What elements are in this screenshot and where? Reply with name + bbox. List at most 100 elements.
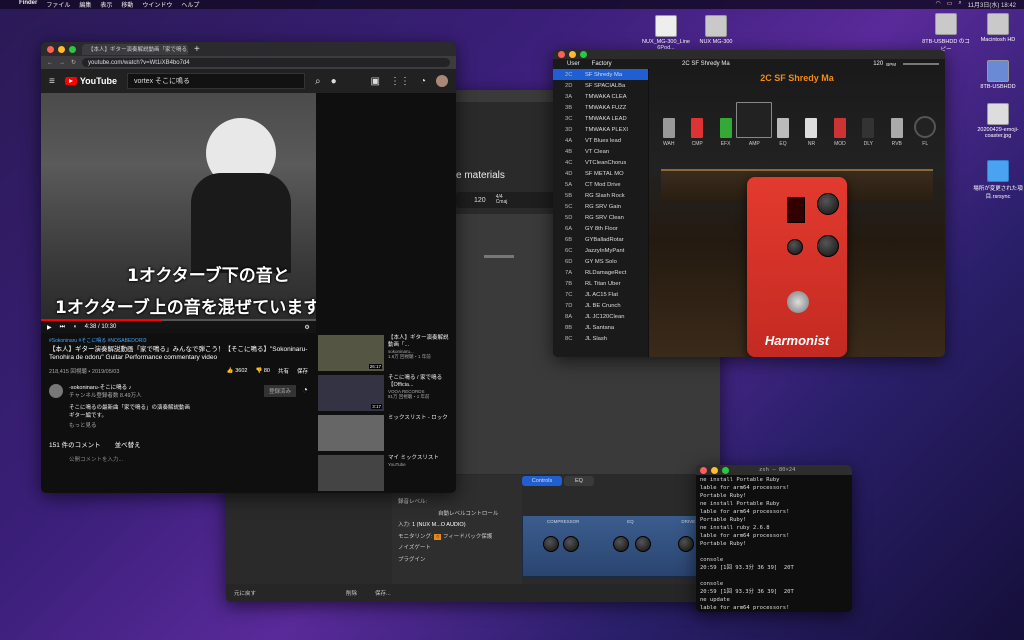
related-video[interactable]: マイ ミックスリスト YouTube [318, 455, 456, 491]
mic-icon[interactable]: ● [331, 76, 337, 87]
preset-item[interactable]: 6A GY 8th Floor [553, 223, 648, 234]
menu-edit[interactable]: 編集 [79, 0, 91, 9]
close-icon[interactable] [700, 466, 707, 474]
show-more-link[interactable]: もっと見る [69, 423, 308, 431]
preset-item[interactable]: 8A JL JC120Clean [553, 311, 648, 322]
wifi-icon[interactable]: ◠ [935, 0, 940, 9]
plugin-section[interactable]: プラグイン [398, 555, 516, 567]
preset-list[interactable]: 2C SF Shredy Ma 2D SF SPACIALBa 3A TMWAKA CLE… [553, 69, 648, 357]
search-icon[interactable]: ⌕ [958, 0, 961, 9]
like-button[interactable]: 👍 3602 [227, 368, 248, 374]
tab-eq[interactable]: EQ [564, 476, 594, 486]
mode-knob[interactable] [787, 239, 803, 255]
preset-item[interactable]: 8C JL Slash [553, 333, 648, 344]
harmony-knob[interactable] [817, 235, 839, 257]
new-tab-icon[interactable]: + [194, 44, 200, 55]
delete-button[interactable]: 削除 [346, 589, 357, 597]
next-icon[interactable]: ⏭ [60, 324, 65, 331]
battery-icon[interactable]: ▭ [947, 0, 953, 9]
share-button[interactable]: 共有 [278, 367, 289, 375]
tab-factory[interactable]: Factory [592, 61, 612, 67]
chain-slot-eq[interactable]: EQ [771, 118, 794, 147]
desktop-icon[interactable]: NUX_MG-300_Line 6Pod... [640, 15, 692, 51]
hashtags[interactable]: #Sokoninaru #そこに鳴る #NOSABEDORI3 [49, 337, 308, 344]
preset-item[interactable]: 5C RG SRV Gain [553, 201, 648, 212]
chain-slot-rvb[interactable]: RVB [885, 118, 908, 147]
terminal-window[interactable]: zsh — 80×24 ne install Portable Ruby lab… [696, 465, 852, 612]
harmonist-pedal[interactable]: Harmonist [747, 177, 847, 357]
volume-icon[interactable]: ◖ [73, 324, 77, 330]
settings-icon[interactable]: ⚙ [304, 324, 309, 331]
chain-slot-fl[interactable]: FL [914, 116, 937, 147]
play-icon[interactable]: ▶ [47, 324, 52, 331]
monitoring-toggle[interactable]: ○ [434, 533, 442, 540]
bell-icon[interactable]: ◔ [302, 385, 308, 396]
amp-editor-window[interactable]: User Factory 2C SF Shredy Ma 120 BPM 2C SF… [553, 50, 945, 357]
menu-file[interactable]: ファイル [46, 0, 70, 9]
preset-item[interactable]: 4B VT Clean [553, 146, 648, 157]
save-button[interactable]: 保存 [297, 367, 308, 375]
desktop-icon[interactable]: 8TB-USBHDD のコピー [920, 13, 972, 53]
url-field[interactable]: youtube.com/watch?v=Wt1iXB4bo7d4 [82, 58, 450, 67]
subscribe-button[interactable]: 登録済み [263, 384, 296, 397]
close-icon[interactable] [47, 45, 54, 53]
input-select[interactable]: 1 (NUX M...O AUDIO) [412, 522, 465, 528]
search-icon[interactable]: ⌕ [315, 76, 321, 87]
preset-item[interactable]: 6C JazzyInMyPant [553, 245, 648, 256]
bell-icon[interactable]: ◔ [420, 76, 426, 87]
preset-item[interactable]: 3D TMWAKA PLEXI [553, 124, 648, 135]
comp-knob[interactable] [543, 536, 559, 552]
zoom-icon[interactable] [722, 466, 729, 474]
preset-item[interactable]: 4D SF METAL MO [553, 168, 648, 179]
preset-item[interactable]: 7C JL AC15 Flat [553, 289, 648, 300]
reload-icon[interactable]: ↻ [71, 59, 76, 66]
dislike-button[interactable]: 👎 80 [255, 368, 270, 374]
preset-item[interactable]: 8B JL Santana [553, 322, 648, 333]
chain-slot-cmp[interactable]: CMP [685, 118, 708, 147]
preset-item[interactable]: 2D SF SPACIALBa [553, 80, 648, 91]
preset-item[interactable]: 7A RLDamageRect [553, 267, 648, 278]
preset-item[interactable]: 3A TMWAKA CLEA [553, 91, 648, 102]
chain-slot-efx[interactable]: EFX [714, 118, 737, 147]
desktop-icon[interactable]: 20200429-emoji-coaster.jpg [972, 103, 1024, 139]
related-video[interactable]: 26:17 【本人】ギター演奏解説動画「... sokoninaru... 1.6万… [318, 335, 456, 371]
channel-name[interactable]: -sokoninaru-そこに鳴る ♪ [69, 383, 142, 391]
sort-button[interactable]: 並べ替え [115, 439, 141, 449]
noisegate-checkbox[interactable]: ノイズゲート [398, 543, 516, 555]
minimize-icon[interactable] [711, 466, 718, 474]
avatar[interactable] [436, 75, 448, 87]
comment-input[interactable]: 公開コメントを入力... [69, 455, 308, 463]
video-player[interactable]: 1オクターブ下の音と 1オクターブ上の音を混ぜています ▶ ⏭ ◖ 4:38 /… [41, 93, 316, 333]
create-icon[interactable]: ▣ [371, 76, 380, 87]
drive-knob[interactable] [678, 536, 694, 552]
desktop-icon[interactable]: 8TB-USBHDD [972, 60, 1024, 90]
eq-knob[interactable] [613, 536, 629, 552]
close-icon[interactable] [558, 51, 565, 58]
back-icon[interactable]: ← [47, 60, 53, 66]
eq-knob[interactable] [635, 536, 651, 552]
forward-icon[interactable]: → [59, 60, 65, 66]
comp-knob[interactable] [563, 536, 579, 552]
footswitch[interactable] [787, 291, 809, 313]
menu-help[interactable]: ヘルプ [181, 0, 199, 9]
clock[interactable]: 11月3日(水) 18:42 [968, 0, 1016, 9]
chain-slot-amp[interactable]: AMP [736, 102, 773, 147]
balance-knob[interactable] [817, 193, 839, 215]
preset-item[interactable]: 7B RL Titan Uber [553, 278, 648, 289]
preset-item[interactable]: 6B GYBalladRotar [553, 234, 648, 245]
menu-go[interactable]: 移動 [121, 0, 133, 9]
preset-item[interactable]: 5D RG SRV Clean [553, 212, 648, 223]
amp-plugin-panel[interactable]: COMPRESSOR EQ DRIVE [522, 515, 720, 577]
preset-select[interactable]: 2C SF Shredy Ma [682, 61, 730, 67]
chain-slot-wah[interactable]: WAH [657, 118, 680, 147]
browser-window[interactable]: 【本人】ギター演奏解説動画「家で鳴る」 + ← → ↻ youtube.com/… [41, 42, 456, 493]
desktop-icon[interactable]: Macintosh HD [972, 13, 1024, 43]
minimize-icon[interactable] [58, 45, 65, 53]
preset-item[interactable]: 4A VT Blues lead [553, 135, 648, 146]
preset-item[interactable]: 2C SF Shredy Ma [553, 69, 648, 80]
menu-window[interactable]: ウインドウ [142, 0, 172, 9]
preset-item[interactable]: 5B RG Slash Rock [553, 190, 648, 201]
preset-item[interactable]: 4C VTCleanChorus [553, 157, 648, 168]
related-video[interactable]: ミックスリスト - ロック [318, 415, 456, 451]
tempo-slider[interactable] [903, 63, 939, 65]
